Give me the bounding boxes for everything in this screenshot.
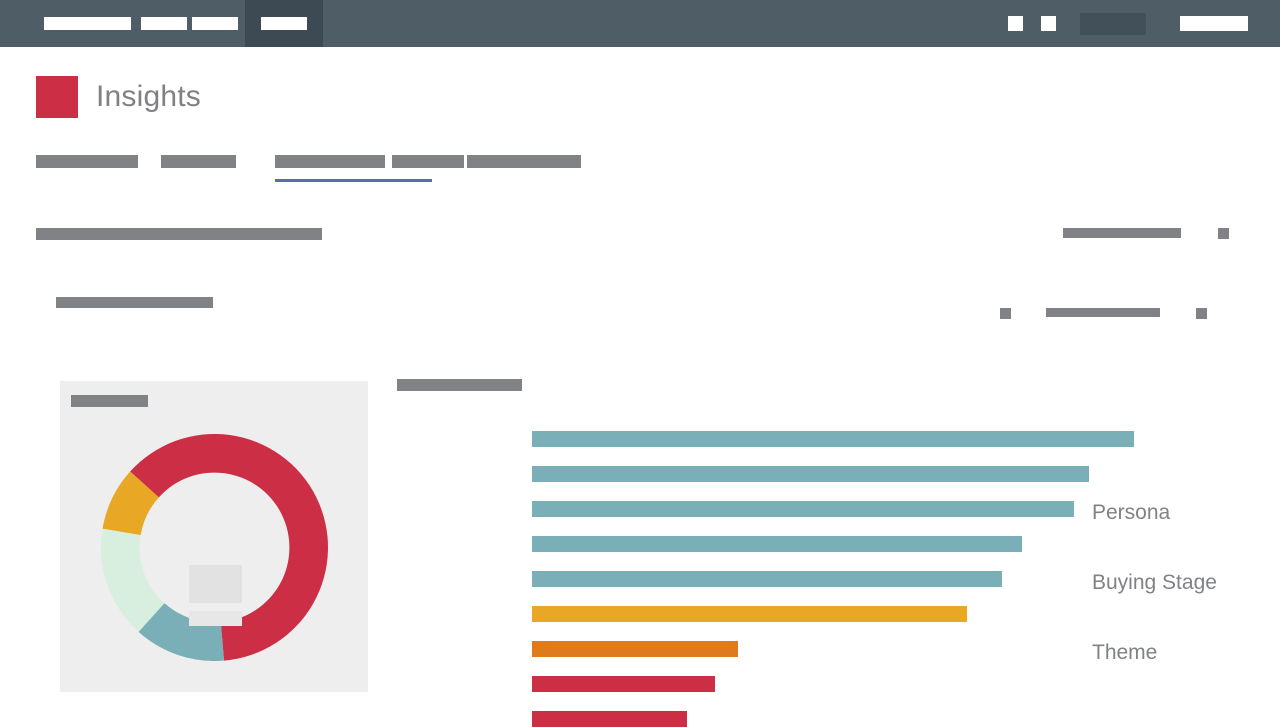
top-nav-nav-item-2[interactable] xyxy=(60,0,131,47)
tab-tab-4[interactable] xyxy=(392,155,464,168)
bar-1[interactable] xyxy=(532,431,1134,447)
subfilter-left[interactable] xyxy=(56,297,213,308)
tab-label-redacted xyxy=(392,155,464,168)
topbar-pill[interactable] xyxy=(1080,12,1146,35)
filter-action-right[interactable] xyxy=(1063,228,1181,238)
group-label-theme: Theme xyxy=(1092,641,1158,664)
filter-icon-right[interactable] xyxy=(1218,228,1229,239)
filter-summary-left[interactable] xyxy=(36,228,322,240)
top-navigation-bar xyxy=(0,0,1280,47)
bar-chart-group-labels: Persona Buying Stage Theme xyxy=(1092,431,1280,711)
donut-chart[interactable] xyxy=(101,434,328,661)
tab-tab-2[interactable] xyxy=(161,155,236,168)
top-nav-label-redacted xyxy=(192,17,238,30)
active-tab-underline xyxy=(275,179,432,182)
tab-label-redacted xyxy=(36,155,138,168)
top-nav-label-redacted xyxy=(44,17,60,30)
tab-label-redacted xyxy=(467,155,581,168)
donut-chart-svg xyxy=(101,434,328,661)
pager-range[interactable] xyxy=(1046,308,1160,317)
top-nav-items xyxy=(0,0,700,47)
page-title: Insights xyxy=(96,80,201,113)
group-label-buying-stage: Buying Stage xyxy=(1092,571,1217,594)
bar-7[interactable] xyxy=(532,641,738,657)
donut-chart-panel xyxy=(60,381,368,692)
top-nav-nav-item-5[interactable] xyxy=(245,0,323,47)
topbar-icon-2[interactable] xyxy=(1041,16,1056,31)
tab-tab-1[interactable] xyxy=(36,155,138,168)
bar-8[interactable] xyxy=(532,676,715,692)
top-nav-nav-item-4[interactable] xyxy=(192,0,238,47)
bar-2[interactable] xyxy=(532,466,1089,482)
tab-label-redacted xyxy=(275,155,385,168)
topbar-icon-1[interactable] xyxy=(1008,16,1023,31)
donut-center-caption xyxy=(189,611,242,626)
bar-5[interactable] xyxy=(532,571,1002,587)
top-nav-label-redacted xyxy=(60,17,131,30)
bar-3[interactable] xyxy=(532,501,1074,517)
tab-label-redacted xyxy=(161,155,236,168)
page-header: Insights xyxy=(36,76,201,118)
insights-logo-icon xyxy=(36,76,78,118)
bar-6[interactable] xyxy=(532,606,967,622)
tab-tab-5[interactable] xyxy=(467,155,581,168)
bar-chart-heading xyxy=(397,379,522,391)
bar-4[interactable] xyxy=(532,536,1022,552)
top-nav-label-redacted xyxy=(141,17,187,30)
top-nav-label-redacted xyxy=(261,17,307,30)
pager-prev[interactable] xyxy=(1000,308,1011,319)
topbar-account[interactable] xyxy=(1180,16,1248,31)
pager-next[interactable] xyxy=(1196,308,1207,319)
tab-tab-3[interactable] xyxy=(275,155,385,168)
top-nav-nav-item-3[interactable] xyxy=(141,0,187,47)
donut-panel-label xyxy=(71,395,148,407)
group-label-persona: Persona xyxy=(1092,501,1171,524)
top-nav-right-items xyxy=(960,0,1280,47)
bar-9[interactable] xyxy=(532,711,687,727)
donut-center-value xyxy=(189,565,242,603)
bar-chart xyxy=(532,431,1152,727)
